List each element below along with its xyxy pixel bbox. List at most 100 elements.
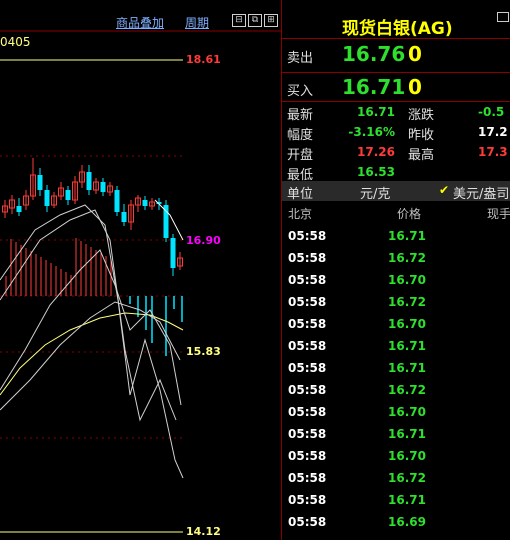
tick-header-city: 北京 <box>288 207 313 221</box>
tick-row: 05:58 16.71 <box>282 357 510 379</box>
buy-volume: 0 <box>408 75 422 99</box>
instrument-title: 现货白银(AG) <box>342 19 453 39</box>
tick-price: 16.72 <box>388 295 426 309</box>
quote-value: 17.2 <box>478 125 508 139</box>
tick-header-volume: 现手 <box>487 207 510 221</box>
tick-time: 05:58 <box>288 449 327 463</box>
tick-row: 05:58 16.70 <box>282 401 510 423</box>
quote-label: 开盘 <box>287 148 314 163</box>
quote-value: 16.53 <box>357 165 395 179</box>
candle-body <box>114 190 120 212</box>
unit-label: 单位 <box>287 187 314 202</box>
quote-label: 最新 <box>287 108 314 123</box>
quote-panel: 现货白银(AG) 卖出 16.76 0 买入 16.71 0 最新 16.71 涨跌… <box>281 0 510 540</box>
candle-body <box>100 182 106 192</box>
candle-body <box>86 172 92 190</box>
unit-row: 单位 元/克 ✔ 美元/盎司 <box>282 181 510 202</box>
tick-row: 05:58 16.70 <box>282 313 510 335</box>
tick-price: 16.72 <box>388 471 426 485</box>
quote-value: 16.71 <box>357 105 395 119</box>
tick-row: 05:58 16.72 <box>282 379 510 401</box>
tick-time: 05:58 <box>288 229 327 243</box>
tick-time: 05:58 <box>288 405 327 419</box>
tick-time: 05:58 <box>288 427 327 441</box>
sell-volume: 0 <box>408 42 422 66</box>
quote-label: 昨收 <box>408 128 435 143</box>
quote-row: 最新 16.71 涨跌 -0.5 <box>282 102 510 123</box>
quote-row: 最低 16.53 <box>282 162 510 183</box>
tick-price: 16.72 <box>388 383 426 397</box>
tick-price: 16.70 <box>388 273 426 287</box>
quote-value: -3.16% <box>348 125 395 139</box>
tick-time: 05:58 <box>288 361 327 375</box>
tick-time: 05:58 <box>288 471 327 485</box>
tick-row: 05:58 16.70 <box>282 269 510 291</box>
quote-row: 幅度 -3.16% 昨收 17.2 <box>282 122 510 143</box>
contract-code: 0405 <box>0 35 31 49</box>
candle-body <box>16 206 22 212</box>
tick-row: 05:58 16.72 <box>282 467 510 489</box>
tick-price: 16.71 <box>388 493 426 507</box>
candle-body <box>142 200 148 206</box>
tick-time: 05:58 <box>288 515 327 529</box>
quote-row: 开盘 17.26 最高 17.3 <box>282 142 510 163</box>
tick-time: 05:58 <box>288 493 327 507</box>
quote-value: -0.5 <box>478 105 505 119</box>
sell-price: 16.76 <box>342 42 406 66</box>
tick-row: 05:58 16.72 <box>282 247 510 269</box>
tick-price: 16.70 <box>388 449 426 463</box>
tick-price: 16.71 <box>388 427 426 441</box>
tick-time: 05:58 <box>288 383 327 397</box>
tick-time: 05:58 <box>288 273 327 287</box>
candle-body <box>121 212 127 222</box>
candle-body <box>170 238 176 268</box>
sell-label: 卖出 <box>287 51 314 66</box>
ma-line <box>0 204 184 479</box>
tick-row: 05:58 16.70 <box>282 445 510 467</box>
tick-header-price: 价格 <box>397 207 422 221</box>
quote-label: 幅度 <box>287 128 314 143</box>
buy-price: 16.71 <box>342 75 406 99</box>
quote-label: 最高 <box>408 148 435 163</box>
price-label-bottom: 14.12 <box>186 525 221 538</box>
restore-icon[interactable]: ⧉ <box>248 14 262 27</box>
tick-row: 05:58 16.69 <box>282 511 510 533</box>
check-icon: ✔ <box>439 183 450 197</box>
price-label-current: 16.90 <box>186 234 221 247</box>
tick-price: 16.70 <box>388 405 426 419</box>
tick-row: 05:58 16.71 <box>282 225 510 247</box>
panel-corner-icon[interactable] <box>497 12 509 22</box>
shrink-icon[interactable]: ⊟ <box>232 14 246 27</box>
sell-row: 卖出 16.76 0 <box>282 38 510 72</box>
tick-row: 05:58 16.71 <box>282 335 510 357</box>
tick-price: 16.71 <box>388 339 426 353</box>
tick-row: 05:58 16.72 <box>282 291 510 313</box>
candlestick-chart[interactable]: 0405 商品叠加 周期 ⊟ ⧉ ⊞ 18.61 16.90 15.83 14.… <box>0 0 281 540</box>
buy-row: 买入 16.71 0 <box>282 72 510 102</box>
unit-value[interactable]: 元/克 <box>360 183 390 202</box>
price-label-top: 18.61 <box>186 53 221 66</box>
chart-canvas[interactable] <box>0 0 281 540</box>
tick-row: 05:58 16.71 <box>282 489 510 511</box>
tick-price: 16.70 <box>388 317 426 331</box>
tick-time: 05:58 <box>288 295 327 309</box>
tick-price: 16.71 <box>388 229 426 243</box>
quote-value: 17.3 <box>478 145 508 159</box>
price-label-mid: 15.83 <box>186 345 221 358</box>
expand-icon[interactable]: ⊞ <box>264 14 278 27</box>
tick-time: 05:58 <box>288 339 327 353</box>
tick-price: 16.71 <box>388 361 426 375</box>
quote-label: 涨跌 <box>408 108 435 123</box>
period-link[interactable]: 周期 <box>185 14 209 31</box>
tick-price: 16.69 <box>388 515 426 529</box>
unit-alt[interactable]: 美元/盎司 <box>453 183 509 202</box>
product-overlay-link[interactable]: 商品叠加 <box>116 14 164 31</box>
candle-body <box>65 190 71 200</box>
tick-time: 05:58 <box>288 317 327 331</box>
candle-body <box>44 190 50 206</box>
tick-header: 北京 价格 现手 <box>282 203 510 223</box>
quote-value: 17.26 <box>357 145 395 159</box>
buy-label: 买入 <box>287 84 314 99</box>
tick-time: 05:58 <box>288 251 327 265</box>
tick-row: 05:58 16.71 <box>282 423 510 445</box>
